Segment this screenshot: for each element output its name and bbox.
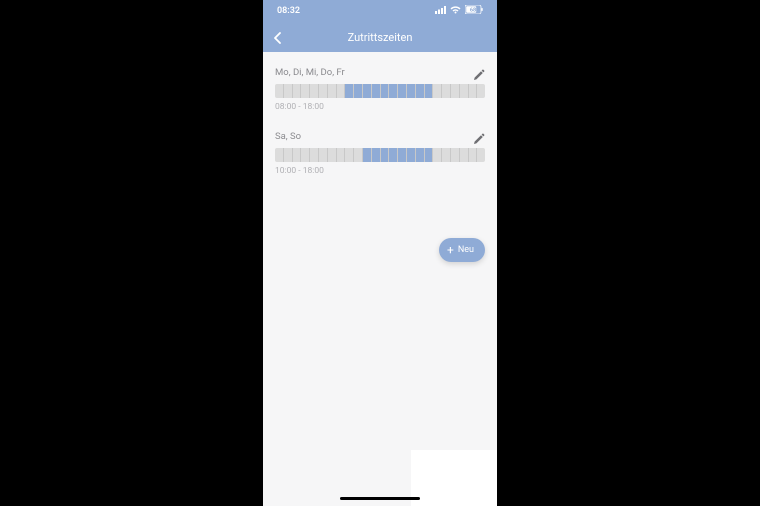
- wifi-icon: [450, 6, 461, 17]
- days-label: Mo, Di, Mi, Do, Fr: [275, 67, 345, 78]
- white-patch: [411, 450, 497, 506]
- time-entry: Sa, So 10:00 - 18:00: [275, 130, 485, 176]
- time-ticks: [275, 84, 485, 98]
- time-ticks: [275, 148, 485, 162]
- pencil-icon[interactable]: [473, 66, 485, 78]
- cellular-icon: [435, 6, 446, 17]
- status-time: 08:32: [277, 6, 300, 16]
- pencil-icon[interactable]: [473, 130, 485, 142]
- time-range-label: 08:00 - 18:00: [275, 102, 485, 112]
- status-right: 68: [435, 5, 483, 17]
- battery-icon: 68: [465, 5, 483, 17]
- status-bar: 08:32 68: [263, 0, 497, 22]
- time-range-label: 10:00 - 18:00: [275, 166, 485, 176]
- time-bar[interactable]: [275, 84, 485, 98]
- new-button-label: Neu: [458, 245, 474, 255]
- phone-frame: 08:32 68 Zutrittszeiten Mo, Di, Mi, Do, …: [263, 0, 497, 506]
- page-title: Zutrittszeiten: [348, 31, 413, 44]
- content-area: Mo, Di, Mi, Do, Fr 08:00 - 18:00 Sa, So: [263, 52, 497, 506]
- time-entry: Mo, Di, Mi, Do, Fr 08:00 - 18:00: [275, 66, 485, 112]
- nav-bar: Zutrittszeiten: [263, 22, 497, 52]
- new-button[interactable]: + Neu: [439, 238, 485, 262]
- time-bar[interactable]: [275, 148, 485, 162]
- back-button[interactable]: [273, 32, 283, 42]
- plus-icon: +: [447, 244, 454, 256]
- days-label: Sa, So: [275, 131, 301, 142]
- svg-text:68: 68: [470, 8, 476, 14]
- home-indicator[interactable]: [340, 497, 420, 501]
